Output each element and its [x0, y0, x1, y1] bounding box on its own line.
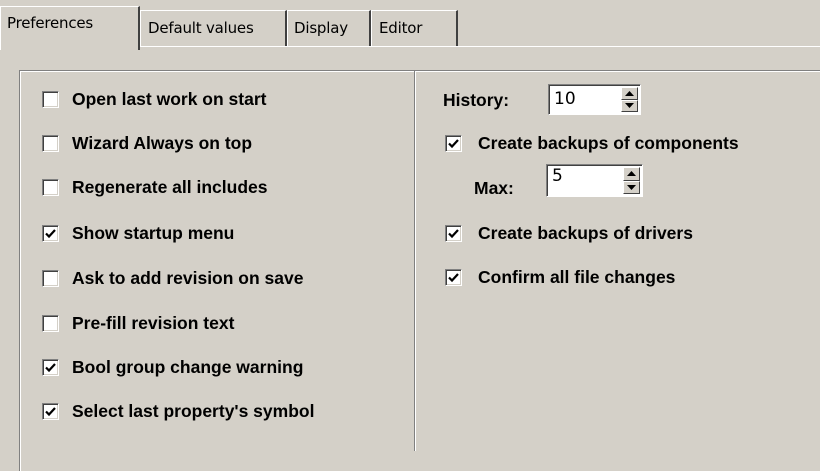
- checkbox[interactable]: [445, 225, 462, 242]
- option-label: Open last work on start: [72, 89, 267, 109]
- tab-strip: Default values Display Editor Preference…: [0, 0, 820, 50]
- checkmark-icon: [448, 228, 459, 238]
- checkbox[interactable]: [42, 91, 59, 108]
- history-spinbox[interactable]: 10: [548, 84, 641, 115]
- option-regenerate-includes[interactable]: Regenerate all includes: [42, 177, 268, 198]
- max-spinbox[interactable]: 5: [546, 164, 643, 197]
- option-ask-add-revision[interactable]: Ask to add revision on save: [42, 268, 303, 289]
- option-label: Pre-fill revision text: [72, 313, 235, 333]
- option-prefill-revision[interactable]: Pre-fill revision text: [42, 313, 234, 334]
- option-label: Confirm all file changes: [478, 267, 676, 287]
- checkbox[interactable]: [42, 403, 59, 420]
- checkmark-icon: [45, 362, 56, 372]
- checkbox[interactable]: [42, 270, 59, 287]
- checkmark-icon: [45, 406, 56, 416]
- spin-up-button[interactable]: [623, 167, 640, 181]
- checkbox[interactable]: [42, 179, 59, 196]
- checkmark-icon: [45, 228, 56, 238]
- checkbox[interactable]: [42, 135, 59, 152]
- option-label: Regenerate all includes: [72, 177, 268, 197]
- option-select-last-symbol[interactable]: Select last property's symbol: [42, 401, 314, 422]
- spin-down-button[interactable]: [623, 180, 640, 194]
- option-wizard-always-on-top[interactable]: Wizard Always on top: [42, 133, 252, 154]
- spin-up-button[interactable]: [621, 87, 638, 100]
- checkbox[interactable]: [42, 315, 59, 332]
- max-value[interactable]: 5: [552, 166, 563, 186]
- column-divider: [414, 71, 415, 451]
- option-label: Wizard Always on top: [72, 133, 253, 153]
- option-backup-components[interactable]: Create backups of components: [445, 133, 739, 154]
- option-show-startup-menu[interactable]: Show startup menu: [42, 223, 234, 244]
- arrow-up-icon: [625, 90, 634, 96]
- checkmark-icon: [448, 272, 459, 282]
- history-value[interactable]: 10: [554, 89, 576, 109]
- arrow-down-icon: [627, 184, 636, 190]
- arrow-up-icon: [627, 171, 636, 177]
- tab-preferences[interactable]: Preferences: [0, 6, 140, 50]
- option-open-last-work[interactable]: Open last work on start: [42, 89, 266, 110]
- tab-display[interactable]: Display: [287, 10, 371, 46]
- option-bool-group-warning[interactable]: Bool group change warning: [42, 357, 303, 378]
- option-label: Bool group change warning: [72, 357, 304, 377]
- option-backup-drivers[interactable]: Create backups of drivers: [445, 223, 693, 244]
- arrow-down-icon: [625, 103, 634, 109]
- tab-editor[interactable]: Editor: [371, 10, 458, 46]
- checkbox[interactable]: [445, 135, 462, 152]
- option-label: Create backups of components: [478, 133, 739, 153]
- checkbox[interactable]: [42, 359, 59, 376]
- checkbox[interactable]: [445, 269, 462, 286]
- option-label: Create backups of drivers: [478, 223, 693, 243]
- option-confirm-file-changes[interactable]: Confirm all file changes: [445, 267, 675, 288]
- checkmark-icon: [448, 138, 459, 148]
- spin-down-button[interactable]: [621, 99, 638, 112]
- tab-default-values[interactable]: Default values: [140, 10, 287, 46]
- option-label: Show startup menu: [72, 223, 235, 243]
- max-label: Max:: [474, 178, 514, 198]
- option-label: Select last property's symbol: [72, 401, 315, 421]
- tab-baseline: [140, 46, 820, 47]
- checkbox[interactable]: [42, 225, 59, 242]
- history-label: History:: [443, 90, 510, 110]
- option-label: Ask to add revision on save: [72, 268, 304, 288]
